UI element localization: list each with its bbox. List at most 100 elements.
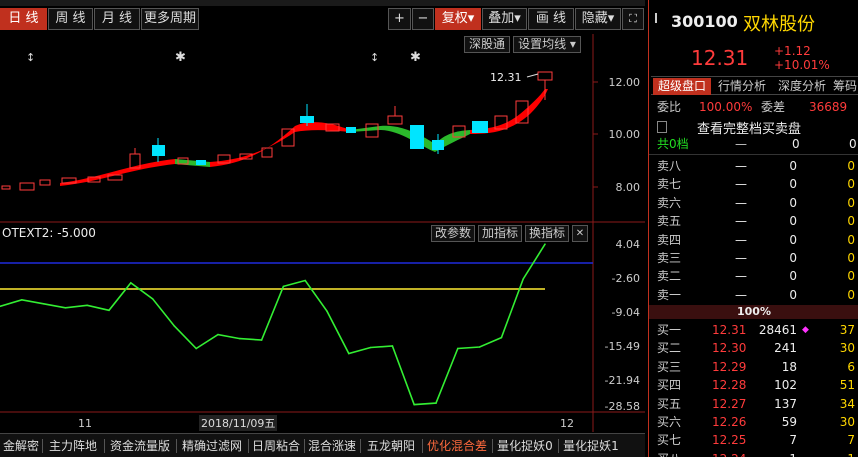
expand-checkbox[interactable]: [657, 121, 667, 133]
week-line-button[interactable]: 周 线: [48, 8, 93, 30]
event-marker-icon: ✱: [410, 50, 421, 65]
buy-row[interactable]: 买三 12.29 18 6: [649, 358, 858, 376]
date-tick: 12: [560, 417, 574, 430]
draw-line-button[interactable]: 画 线: [528, 8, 574, 30]
buy-row[interactable]: 买六 12.26 59 30: [649, 413, 858, 431]
buy-price: 12.24: [712, 450, 746, 457]
zoom-out-button[interactable]: −: [412, 8, 434, 30]
sell-price: —: [735, 159, 747, 173]
sell-level-label: 卖七: [657, 177, 682, 192]
sell-volume: 0: [789, 177, 797, 192]
buy-row[interactable]: 买七 12.25 7 7: [649, 431, 858, 449]
buy-volume: 18: [781, 359, 797, 374]
indicator-tab[interactable]: 量化捉妖0: [492, 436, 558, 456]
total-levels-label: 共0档: [657, 137, 689, 151]
order-ratio-value: 100.00%: [699, 100, 753, 114]
total-levels-value: 0: [792, 137, 800, 151]
crosshair-date-label: 2018/11/09五: [201, 417, 275, 430]
indicator-point: [326, 310, 328, 313]
add-indicator-button[interactable]: 加指标: [478, 225, 522, 242]
sell-row[interactable]: 卖一 — 0 0: [649, 286, 858, 304]
sell-row[interactable]: 卖六 — 0 0: [649, 194, 858, 212]
sell-price: —: [735, 177, 747, 192]
sell-level-label: 卖八: [657, 159, 682, 173]
buy-row[interactable]: 买二 12.30 241 30: [649, 339, 858, 357]
indicator-point: [457, 347, 459, 350]
zoom-in-button[interactable]: +: [388, 8, 411, 30]
indicator-tab[interactable]: 五龙朝阳: [360, 436, 422, 456]
sell-row[interactable]: 卖二 — 0 0: [649, 267, 858, 285]
tab-chips[interactable]: 筹码: [833, 78, 858, 95]
quote-panel: 300100 双林股份 12.31 +1.12 +10.01% 超级盘口 行情分…: [648, 0, 858, 457]
indicator-tab[interactable]: 量化捉妖1: [558, 436, 624, 456]
sell-row[interactable]: 卖三 — 0 0: [649, 249, 858, 267]
tab-super-quote[interactable]: 超级盘口: [653, 78, 711, 95]
total-levels-count: 0: [849, 137, 857, 151]
dropdown-arrow-icon: ▾: [566, 37, 576, 51]
sell-row[interactable]: 卖四 — 0 0: [649, 231, 858, 249]
indicator-tab[interactable]: 精确过滤网: [176, 436, 248, 456]
sell-level-label: 卖二: [657, 269, 682, 284]
indicator-point: [544, 243, 546, 245]
close-indicator-icon[interactable]: ✕: [572, 225, 588, 242]
indicator-tab[interactable]: 优化混合差: [422, 436, 492, 456]
event-marker-icon: ↕: [26, 51, 35, 64]
switch-indicator-button[interactable]: 换指标: [525, 225, 569, 242]
buy-row[interactable]: 买五 12.27 137 34: [649, 395, 858, 413]
sell-row[interactable]: 卖五 — 0 0: [649, 212, 858, 230]
indicator-tab[interactable]: 日周粘合: [248, 436, 304, 456]
indicator-tab[interactable]: 主力阵地: [42, 436, 104, 456]
sell-row[interactable]: 卖七 — 0 0: [649, 175, 858, 193]
sell-count: 0: [847, 287, 855, 302]
indicator-tab[interactable]: 资金流量版: [104, 436, 176, 456]
indicator-tick: -21.94: [605, 374, 640, 387]
clipped-top-strip: [0, 0, 645, 6]
indicator-point: [42, 303, 45, 305]
day-line-button[interactable]: 日 线: [0, 8, 47, 30]
overlay-button[interactable]: 叠加▾: [482, 8, 527, 30]
change-param-button[interactable]: 改参数: [431, 225, 475, 242]
buy-count: 34: [839, 396, 855, 411]
collapse-icon[interactable]: [655, 13, 663, 23]
indicator-point: [478, 346, 481, 348]
indicator-point: [21, 299, 23, 301]
kline-chart-area: 12.00 10.00 8.00 ↕ ✱ ↕ ✱ 12.31 4.04 -2.6…: [0, 34, 645, 432]
month-line-button[interactable]: 月 线: [94, 8, 140, 30]
sell-level-label: 卖三: [657, 251, 682, 265]
sell-row[interactable]: 卖八 — 0 0: [649, 157, 858, 175]
trend-ribbon: [60, 159, 175, 186]
hide-button[interactable]: 隐藏▾: [575, 8, 621, 30]
buy-volume: 59: [781, 415, 797, 429]
buy-level-label: 买八: [657, 450, 681, 457]
indicator-point: [391, 345, 394, 347]
indicator-tab[interactable]: 混合涨速: [304, 436, 360, 456]
fullscreen-icon[interactable]: ⛶: [622, 8, 644, 30]
indicator-tab[interactable]: 金解密: [0, 436, 42, 456]
deep-push-button[interactable]: 深股通: [464, 36, 510, 53]
indicator-point: [282, 285, 285, 288]
indicator-point: [151, 298, 154, 300]
buy-row[interactable]: 买八 12.24 1 1: [649, 450, 858, 457]
current-price: 12.31: [691, 46, 749, 70]
total-levels-dash: —: [735, 137, 747, 151]
rights-button[interactable]: 复权▾: [435, 8, 481, 30]
indicator-series-line: [0, 243, 546, 406]
more-period-button[interactable]: 更多周期: [141, 8, 199, 30]
buy-row[interactable]: 买一 12.31 28461 37 ◆: [649, 321, 858, 339]
buy-count: 37: [839, 323, 855, 337]
indicator-tick: -2.60: [612, 272, 640, 285]
sell-price: —: [735, 195, 747, 210]
tab-depth-analysis[interactable]: 深度分析: [774, 78, 830, 95]
sell-volume: 0: [789, 287, 797, 302]
buy-level-label: 买六: [657, 415, 682, 429]
indicator-point: [413, 403, 416, 406]
order-ratio-row: 委比 100.00% 委差 36689: [649, 98, 858, 116]
tab-market-analysis[interactable]: 行情分析: [714, 78, 770, 95]
indicator-point: [130, 282, 132, 284]
buy-row[interactable]: 买四 12.28 102 51: [649, 376, 858, 394]
divider: [649, 154, 858, 155]
order-diff-label: 委差: [761, 100, 786, 114]
ma-setting-button[interactable]: 设置均线 ▾: [513, 36, 581, 53]
buy-volume: 28461: [758, 323, 797, 337]
sell-count: 0: [847, 251, 855, 265]
